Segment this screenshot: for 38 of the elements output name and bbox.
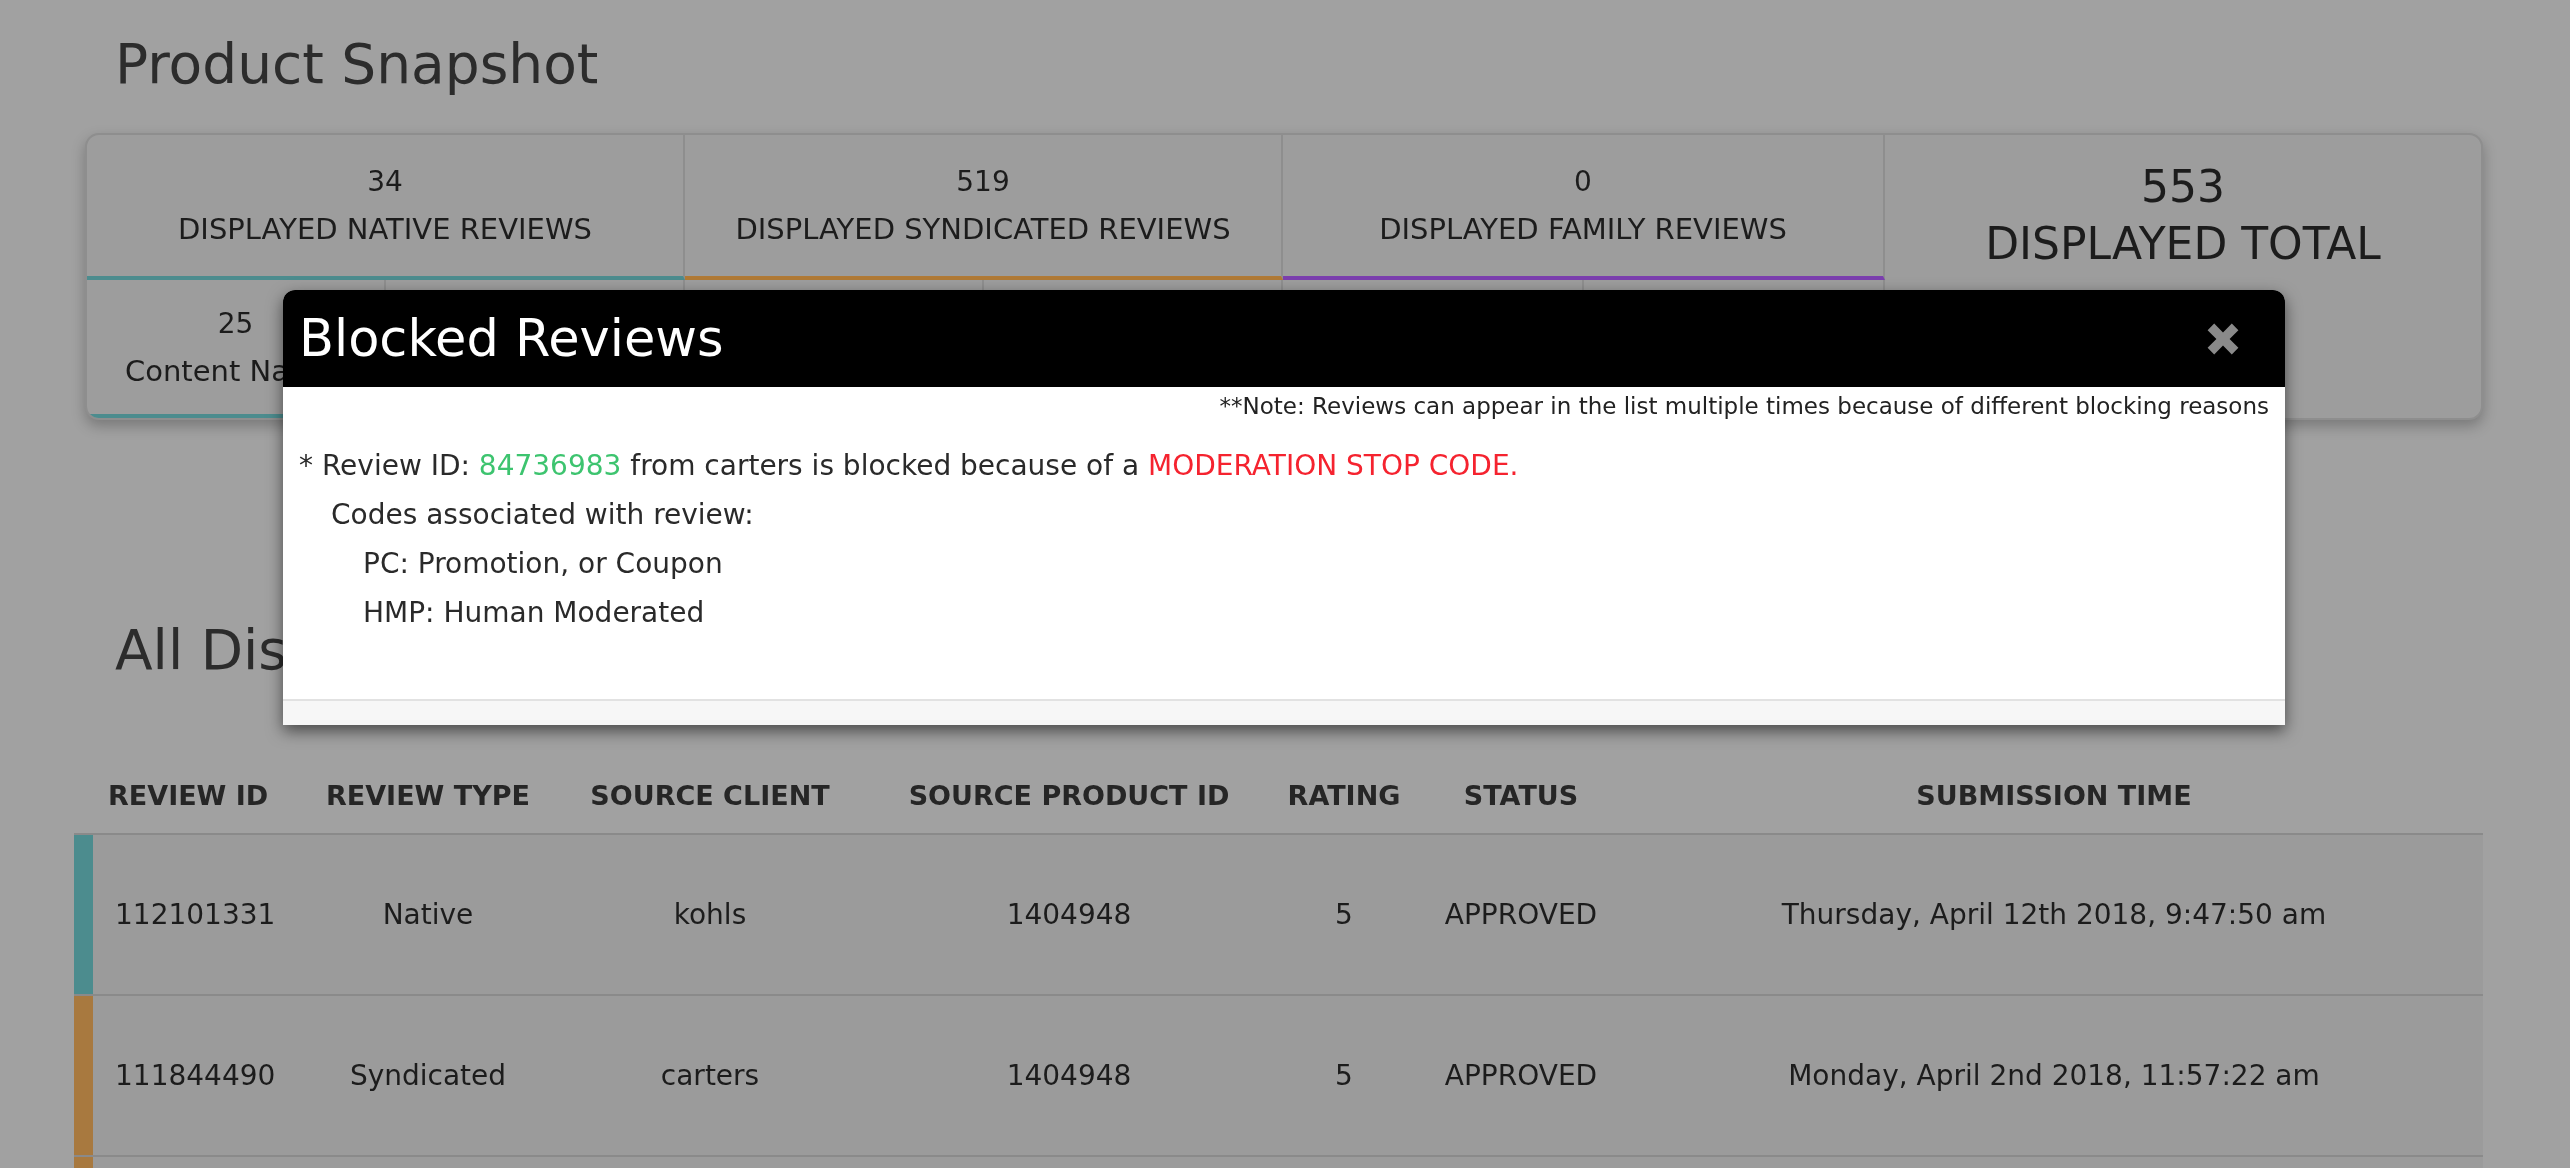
- table-cell-text: APPROVED: [1443, 1059, 1599, 1092]
- column-header: SOURCE PRODUCT ID: [907, 779, 1231, 811]
- note-text: **Note: Reviews can appear in the list multiple times because of different blocking reasons: [1218, 392, 2269, 419]
- section-title: All Dis: [115, 618, 287, 682]
- column-header: STATUS: [1462, 779, 1580, 811]
- stat-label: DISPLAYED SYNDICATED REVIEWS: [735, 212, 1231, 246]
- table-cell-text: 5: [1334, 898, 1354, 931]
- page-title: Product Snapshot: [114, 31, 600, 98]
- column-header: REVIEW TYPE: [325, 779, 531, 811]
- stat-count: 34: [367, 165, 403, 198]
- stat-label: DISPLAYED NATIVE REVIEWS: [178, 212, 592, 246]
- column-header: REVIEW ID: [107, 779, 270, 811]
- table-cell-text: APPROVED: [1443, 898, 1599, 931]
- column-header: SUBMISSION TIME: [1915, 779, 2193, 811]
- table-cell-text: Native: [381, 898, 475, 931]
- dialog-title: Blocked Reviews: [299, 309, 724, 368]
- stat-label: DISPLAYED FAMILY REVIEWS: [1379, 212, 1787, 246]
- code-item: PC: Promotion, or Coupon: [362, 546, 724, 582]
- table-cell-text: 112101331: [114, 898, 277, 931]
- table-cell-text: 5: [1334, 1059, 1354, 1092]
- column-header: SOURCE CLIENT: [589, 779, 831, 811]
- code-item: HMP: Human Moderated: [362, 595, 706, 631]
- total-count: 553: [2141, 161, 2225, 212]
- stat-count: 519: [956, 165, 1010, 198]
- table-cell-text: Monday, April 2nd 2018, 11:57:22 am: [1787, 1059, 2321, 1092]
- block-reason: * Review ID: 84736983 from carters is blocked because of a MODERATION STOP CODE.: [299, 448, 1520, 484]
- table-cell-text: Syndicated: [348, 1059, 508, 1092]
- stat-count: 0: [1574, 165, 1592, 198]
- table-cell-text: carters: [659, 1059, 761, 1092]
- stat-count: 25: [217, 306, 254, 340]
- table-cell-text: 111844490: [114, 1059, 277, 1092]
- table-cell-text: 1404948: [1005, 1059, 1133, 1092]
- table-cell-text: Thursday, April 12th 2018, 9:47:50 am: [1780, 898, 2328, 931]
- column-header: RATING: [1286, 779, 1402, 811]
- total-label: DISPLAYED TOTAL: [1985, 218, 2381, 269]
- table-cell-text: 1404948: [1005, 898, 1133, 931]
- table-cell-text: kohls: [672, 898, 748, 931]
- codes-heading: Codes associated with review:: [330, 497, 755, 533]
